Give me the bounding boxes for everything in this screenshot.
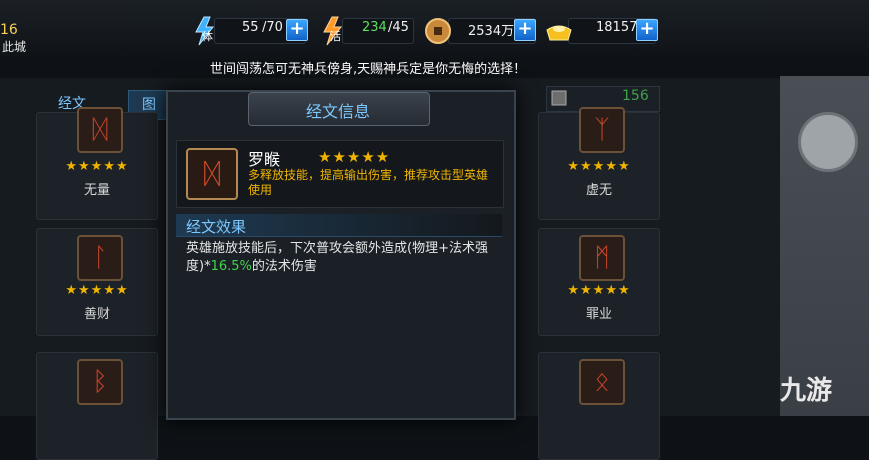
rune-icon: ᛒ — [77, 359, 123, 405]
rune-icon: ᛟ — [579, 359, 625, 405]
rune-name: 罪业 — [585, 307, 612, 322]
item-name: 罗睺 — [248, 150, 281, 169]
rune-name: 善财 — [83, 307, 110, 322]
stamina-max: /70 — [262, 20, 283, 35]
item-description: 多释放技能，提高输出伤害，推荐攻击型英雄使用 — [248, 168, 489, 197]
energy-value: 234 — [362, 20, 387, 35]
rune-icon: ᛉ — [579, 107, 625, 153]
effect-title: 经文效果 — [186, 218, 247, 236]
scroll-icon — [551, 90, 567, 106]
rune-stars: ★★★★★ — [567, 283, 631, 298]
coins-value: 2534万 — [468, 24, 515, 39]
slogan-text: 世间闯荡怎可无神兵傍身,天赐神兵定是你无悔的选择！ — [210, 62, 527, 77]
energy-max: /45 — [388, 20, 409, 35]
rune-card[interactable]: ᛗ ★★★★★ 罪业 — [538, 228, 660, 336]
energy-icon-label: 活 — [330, 30, 341, 43]
effect-text: 英雄施放技能后，下次普攻会额外造成(物理+法术强度)*16.5%的法术伤害 — [186, 240, 502, 276]
add-coins-button[interactable]: + — [514, 19, 536, 41]
rune-card[interactable]: ᛞ ★★★★★ 无量 — [36, 107, 158, 220]
energy-resource: 活 234 /45 — [318, 16, 434, 46]
gold-value: 18157 — [596, 20, 638, 35]
gold-resource: 18157 + — [544, 16, 658, 44]
rune-icon: ᛗ — [579, 235, 625, 281]
joystick-button[interactable] — [798, 112, 858, 172]
rune-card[interactable]: ᛒ — [36, 352, 158, 460]
gold-ingot-icon — [546, 25, 572, 41]
player-city: 此城 — [2, 40, 27, 54]
effect-percentage: 16.5% — [210, 259, 252, 274]
coins-resource: 2534万 + — [424, 16, 536, 44]
stamina-value: 55 — [242, 20, 259, 35]
stamina-resource: 体 55 /70 + — [190, 16, 308, 46]
rune-stars: ★★★★★ — [567, 159, 631, 174]
rune-name: 虚无 — [585, 183, 612, 198]
counter-value: 156 — [622, 88, 649, 104]
item-stars: ★★★★★ — [318, 148, 391, 166]
rune-icon: ᛞ — [77, 107, 123, 153]
rune-card[interactable]: ᛟ — [538, 352, 660, 460]
effect-text-after: 的法术伤害 — [251, 259, 317, 274]
add-gold-button[interactable]: + — [636, 19, 658, 41]
rune-icon: ᛚ — [77, 235, 123, 281]
player-level: 16 — [0, 22, 18, 38]
dialog-title: 经文信息 — [305, 102, 370, 121]
watermark-logo: 九游 — [780, 376, 833, 406]
stamina-icon-label: 体 — [202, 30, 213, 43]
rune-card[interactable]: ᛚ ★★★★★ 善财 — [36, 228, 158, 336]
rune-stars: ★★★★★ — [65, 283, 129, 298]
rune-stars: ★★★★★ — [65, 159, 129, 174]
add-stamina-button[interactable]: + — [286, 19, 308, 41]
rune-icon: ᛞ — [186, 148, 238, 200]
rune-name: 无量 — [83, 183, 110, 198]
coin-icon — [425, 18, 451, 44]
rune-card[interactable]: ᛉ ★★★★★ 虚无 — [538, 107, 660, 220]
